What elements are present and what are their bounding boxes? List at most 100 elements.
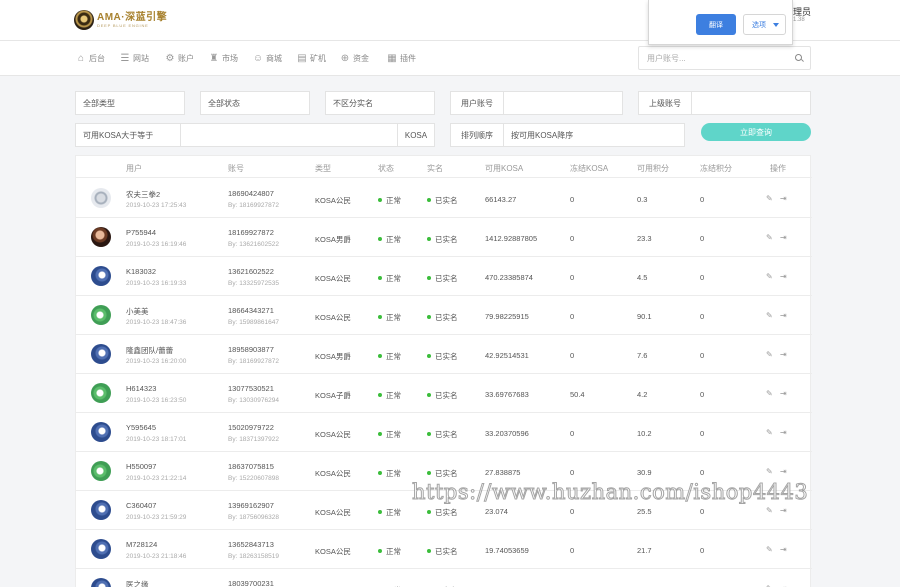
avatar[interactable] (91, 266, 111, 286)
table-header: 用户 账号 类型 状态 实名 可用KOSA 冻结KOSA 可用积分 冻结积分 操… (76, 156, 812, 178)
nav-item-dashboard[interactable]: ⌂ 后台 (75, 52, 105, 64)
translate-options-button[interactable]: 选项 (743, 14, 786, 35)
avatar[interactable] (91, 383, 111, 403)
login-icon[interactable]: ⇥ (780, 429, 788, 437)
admin-user-label[interactable]: 理员 1.38 (793, 7, 811, 24)
user-name[interactable]: H614323 (126, 384, 156, 393)
avatar[interactable] (91, 578, 111, 587)
kosa-ge-input[interactable] (181, 124, 395, 146)
login-icon[interactable]: ⇥ (780, 234, 788, 242)
edit-icon[interactable]: ✎ (766, 546, 774, 554)
user-name[interactable]: Y595645 (126, 423, 156, 432)
avatar[interactable] (91, 188, 111, 208)
nav-item-website[interactable]: ☰ 网站 (119, 52, 149, 64)
user-name[interactable]: 隆鑫团队/蕾蕾 (126, 345, 173, 356)
frozen-kosa: 0 (570, 546, 575, 555)
user-account: 13652843713 (228, 540, 274, 549)
search-icon[interactable] (795, 54, 802, 61)
nav-item-plugins[interactable]: ▦ 插件 (386, 52, 416, 64)
user-time: 2019-10-23 16:20:00 (126, 358, 187, 365)
nav-item-funds[interactable]: ⊕ 资金 (339, 52, 369, 64)
edit-icon[interactable]: ✎ (766, 468, 774, 476)
realname-select[interactable]: 不区分实名 (325, 91, 435, 115)
status-select[interactable]: 全部状态 (200, 91, 310, 115)
status-badge: 正常 (378, 468, 401, 479)
edit-icon[interactable]: ✎ (766, 390, 774, 398)
translate-button[interactable]: 翻译 (696, 14, 736, 35)
table-row: H550097 2019-10-23 21:22:14 18637075815 By:… (76, 452, 812, 491)
logo-title: AMA·深蓝引擎 (97, 11, 168, 23)
col-realname: 实名 (427, 164, 443, 173)
login-icon[interactable]: ⇥ (780, 390, 788, 398)
col-frozen-points: 冻结积分 (700, 164, 732, 173)
login-icon[interactable]: ⇥ (780, 351, 788, 359)
avatar[interactable] (91, 227, 111, 247)
edit-icon[interactable]: ✎ (766, 312, 774, 320)
avatar[interactable] (91, 461, 111, 481)
status-badge: 正常 (378, 507, 401, 518)
realname-dot-icon (427, 549, 431, 554)
realname-dot-icon (427, 471, 431, 476)
user-account-input[interactable] (504, 92, 620, 114)
col-frozen-kosa: 冻结KOSA (570, 164, 609, 173)
frozen-points: 0 (700, 507, 705, 516)
user-type: KOSA公民 (315, 508, 351, 517)
user-name[interactable]: 农夫三拳2 (126, 189, 160, 200)
status-dot-icon (378, 198, 382, 203)
login-icon[interactable]: ⇥ (780, 468, 788, 476)
referrer: By: 18169927872 (228, 202, 279, 209)
parent-account-input[interactable] (692, 92, 808, 114)
kosa-ge-field (180, 123, 398, 147)
user-time: 2019-10-23 16:19:46 (126, 241, 187, 248)
chevron-down-icon (773, 23, 779, 27)
avatar[interactable] (91, 500, 111, 520)
status-badge: 正常 (378, 273, 401, 284)
login-icon[interactable]: ⇥ (780, 312, 788, 320)
nav-item-market[interactable]: ♜ 市场 (208, 52, 238, 64)
search-input[interactable] (639, 47, 784, 69)
login-icon[interactable]: ⇥ (780, 273, 788, 281)
logo[interactable]: AMA·深蓝引擎 DEEP BLUE ENGINE (74, 9, 167, 31)
user-name[interactable]: 医之缘 (126, 579, 149, 587)
nav-item-mall[interactable]: ☺ 商城 (252, 52, 282, 64)
nav-item-miner[interactable]: ▤ 矿机 (296, 52, 326, 64)
edit-icon[interactable]: ✎ (766, 195, 774, 203)
status-dot-icon (378, 471, 382, 476)
user-name[interactable]: K183032 (126, 267, 156, 276)
user-name[interactable]: H550097 (126, 462, 156, 471)
translate-popup: 翻译 选项 (648, 0, 793, 45)
user-name[interactable]: P755944 (126, 228, 156, 237)
edit-icon[interactable]: ✎ (766, 273, 774, 281)
avatar[interactable] (91, 305, 111, 325)
available-points: 90.1 (637, 312, 652, 321)
login-icon[interactable]: ⇥ (780, 546, 788, 554)
sort-select[interactable]: 按可用KOSA降序 (503, 123, 685, 147)
user-type: KOSA男爵 (315, 235, 351, 244)
home-icon: ⌂ (77, 52, 85, 64)
user-name[interactable]: C360407 (126, 501, 156, 510)
user-icon: ☺ (252, 52, 264, 64)
user-name[interactable]: M728124 (126, 540, 157, 549)
status-badge: 正常 (378, 546, 401, 557)
avatar[interactable] (91, 539, 111, 559)
col-type: 类型 (315, 164, 331, 173)
edit-icon[interactable]: ✎ (766, 351, 774, 359)
edit-icon[interactable]: ✎ (766, 507, 774, 515)
referrer: By: 18371397922 (228, 436, 279, 443)
query-button[interactable]: 立即查询 (701, 123, 811, 141)
user-name[interactable]: 小美美 (126, 306, 149, 317)
user-time: 2019-10-23 16:23:50 (126, 397, 187, 404)
nav-item-account[interactable]: ⚙ 账户 (164, 52, 194, 64)
status-dot-icon (378, 549, 382, 554)
edit-icon[interactable]: ✎ (766, 234, 774, 242)
user-time: 2019-10-23 18:17:01 (126, 436, 187, 443)
frozen-kosa: 0 (570, 195, 575, 204)
login-icon[interactable]: ⇥ (780, 195, 788, 203)
avatar[interactable] (91, 344, 111, 364)
avatar[interactable] (91, 422, 111, 442)
edit-icon[interactable]: ✎ (766, 429, 774, 437)
user-type: KOSA男爵 (315, 352, 351, 361)
user-account: 18958903877 (228, 345, 274, 354)
login-icon[interactable]: ⇥ (780, 507, 788, 515)
type-select[interactable]: 全部类型 (75, 91, 185, 115)
